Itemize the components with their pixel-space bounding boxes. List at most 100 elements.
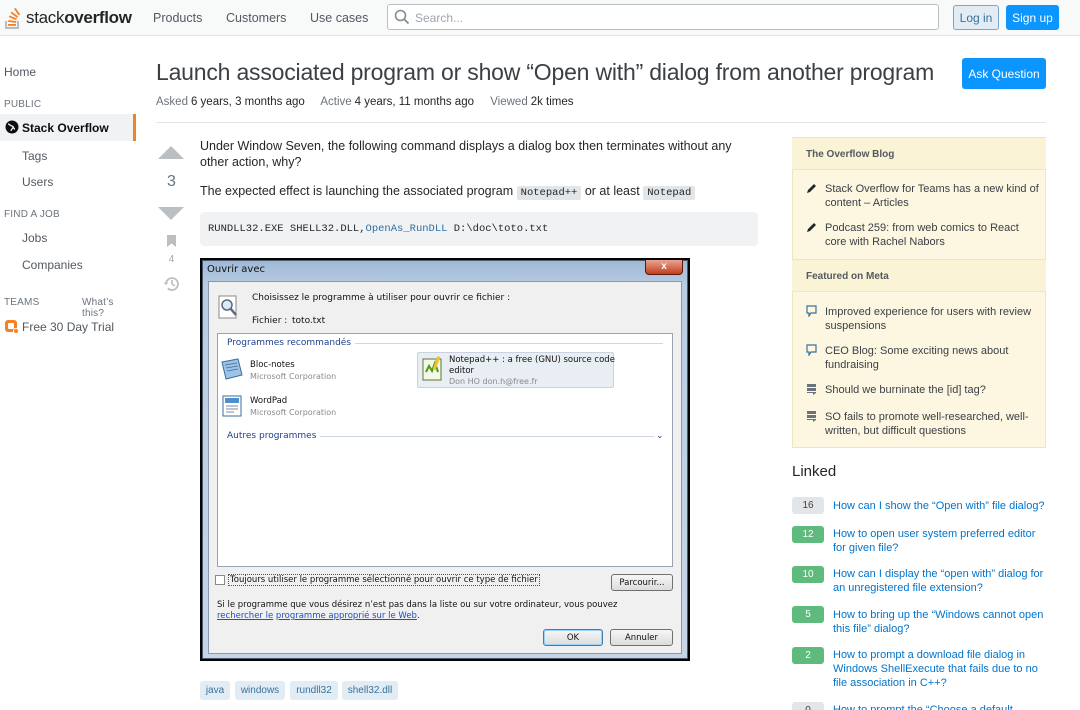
dialog-browse-button: Parcourir... <box>611 574 673 591</box>
stackoverflow-logo-icon <box>5 7 21 29</box>
logo[interactable]: stackoverflow <box>4 4 132 32</box>
meta-item-4[interactable]: SO fails to promote well-researched, wel… <box>825 410 1039 438</box>
linked-question-link[interactable]: How to prompt the “Choose a default <box>833 703 1048 710</box>
program-notepadpp-name-2: editor <box>449 366 475 376</box>
speech-bubble-icon <box>806 305 817 317</box>
login-button[interactable]: Log in <box>953 5 999 30</box>
nav-customers[interactable]: Customers <box>226 0 286 36</box>
tag-java[interactable]: java <box>200 681 230 700</box>
sidebar-item-stackoverflow[interactable]: Stack Overflow <box>0 114 136 141</box>
linked-vote-count[interactable]: 16 <box>792 497 824 514</box>
linked-vote-count[interactable]: 2 <box>792 647 824 664</box>
asked-label: Asked <box>156 96 188 108</box>
chevron-down-icon: ⌄ <box>656 430 664 440</box>
wordpad-icon <box>222 395 242 417</box>
bookmark-count: 4 <box>168 254 175 265</box>
post-paragraph-1: Under Window Seven, the following comman… <box>200 139 732 169</box>
bookmark-icon[interactable] <box>166 234 177 248</box>
upvote-button[interactable] <box>158 146 184 159</box>
dialog-footer-link-1: rechercher le <box>217 611 274 621</box>
sidebar-section-public: PUBLIC <box>4 99 42 110</box>
code-part-a: RUNDLL32.EXE SHELL32.DLL, <box>208 223 366 235</box>
stack-exchange-icon <box>807 384 816 395</box>
asked-value: 6 years, 3 months ago <box>190 96 305 108</box>
sidebar-item-companies[interactable]: Companies <box>22 258 83 272</box>
tag-shell32-dll[interactable]: shell32.dll <box>342 681 398 700</box>
signup-button[interactable]: Sign up <box>1006 5 1059 30</box>
tag-windows[interactable]: windows <box>235 681 285 700</box>
inline-code-notepad: Notepad <box>643 186 696 200</box>
pencil-icon <box>807 184 816 193</box>
notepadpp-icon <box>422 356 442 381</box>
program-notepadpp-publisher: Don HO don.h@free.fr <box>449 377 538 386</box>
question-meta: Asked 6 years, 3 months ago Active 4 years… <box>156 96 574 108</box>
teams-briefcase-icon <box>5 320 19 334</box>
meta-header: Featured on Meta <box>792 259 1046 292</box>
active-value[interactable]: 4 years, 11 months ago <box>355 96 474 108</box>
blog-item-1[interactable]: Stack Overflow for Teams has a new kind … <box>825 182 1039 210</box>
linked-vote-count[interactable]: 12 <box>792 526 824 543</box>
linked-question-link[interactable]: How to open user system preferred editor… <box>833 527 1048 555</box>
sidebar-item-tags[interactable]: Tags <box>22 149 47 163</box>
meta-item-3[interactable]: Should we burninate the [id] tag? <box>825 383 1039 397</box>
search-placeholder: Search... <box>415 11 464 25</box>
linked-question-link[interactable]: How to bring up the “Windows cannot open… <box>833 608 1048 636</box>
code-part-b: D:\doc\toto.txt <box>447 223 549 235</box>
meta-item-2[interactable]: CEO Blog: Some exciting news about fundr… <box>825 344 1039 372</box>
blog-header-label: The Overflow Blog <box>806 149 895 160</box>
viewed-value: 2k times <box>530 96 574 108</box>
nav-products[interactable]: Products <box>153 0 202 36</box>
program-notepadpp-name-1: Notepad++ : a free (GNU) source code <box>449 355 615 365</box>
program-wordpad-publisher: Microsoft Corporation <box>250 408 337 417</box>
dialog-other-programs: Autres programmes <box>227 431 317 441</box>
nav-use-cases[interactable]: Use cases <box>310 0 368 36</box>
dialog-divider <box>355 343 663 344</box>
dialog-footer-link-2: programme approprié sur le Web <box>275 611 417 621</box>
dialog-footer-text: Si le programme que vous désirez n’est p… <box>217 600 657 622</box>
linked-question-link[interactable]: How can I show the “Open with” file dial… <box>833 499 1048 513</box>
question-title[interactable]: Launch associated program or show “Open … <box>156 59 934 86</box>
ask-question-button[interactable]: Ask Question <box>962 58 1046 89</box>
logo-text: stackoverflow <box>26 8 132 27</box>
globe-icon <box>5 120 19 134</box>
sidebar-item-label: Stack Overflow <box>22 121 109 135</box>
sidebar-item-home[interactable]: Home <box>4 65 36 79</box>
inline-code-notepadpp: Notepad++ <box>516 186 582 200</box>
sidebar-item-free-trial[interactable]: Free 30 Day Trial <box>22 320 114 334</box>
stack-exchange-icon <box>807 411 816 422</box>
linked-question-link[interactable]: How can I display the “open with” dialog… <box>833 567 1048 595</box>
dialog-close-icon: x <box>645 260 683 275</box>
program-wordpad-name: WordPad <box>250 396 288 406</box>
linked-vote-count[interactable]: 5 <box>792 606 824 623</box>
post-paragraph-2: The expected effect is launching the ass… <box>200 184 696 200</box>
vote-count: 3 <box>167 173 176 190</box>
dialog-always-checkbox <box>215 575 225 585</box>
dialog-title: Ouvrir avec <box>207 264 266 275</box>
viewed-label: Viewed <box>490 96 528 108</box>
linked-question-link[interactable]: How to prompt a download file dialog in … <box>833 648 1048 690</box>
sidebar-item-jobs[interactable]: Jobs <box>22 231 47 245</box>
dialog-always-label: Toujours utiliser le programme sélection… <box>228 574 540 586</box>
meta-item-1[interactable]: Improved experience for users with revie… <box>825 305 1039 333</box>
sidebar-section-find-job: FIND A JOB <box>4 209 60 220</box>
blog-header: The Overflow Blog <box>792 137 1046 170</box>
pencil-icon <box>807 223 816 232</box>
meta-header-label: Featured on Meta <box>806 271 889 282</box>
code-block: RUNDLL32.EXE SHELL32.DLL,OpenAs_RunDLL D… <box>200 212 758 246</box>
blog-item-2[interactable]: Podcast 259: from web comics to React co… <box>825 221 1039 249</box>
tag-rundll32[interactable]: rundll32 <box>290 681 338 700</box>
dialog-footer-a: Si le programme que vous désirez n’est p… <box>217 600 618 610</box>
history-icon[interactable] <box>163 276 180 292</box>
program-notepad-publisher: Microsoft Corporation <box>250 372 337 381</box>
downvote-button[interactable] <box>158 207 184 220</box>
whats-this-link[interactable]: What’s this? <box>82 297 136 319</box>
linked-vote-count[interactable]: 0 <box>792 702 824 710</box>
dialog-cancel-button: Annuler <box>610 629 673 646</box>
linked-header: Linked <box>792 463 837 480</box>
dialog-ok-button: OK <box>543 629 603 646</box>
search-input[interactable]: Search... <box>387 4 939 30</box>
sidebar-item-users[interactable]: Users <box>22 175 53 189</box>
linked-vote-count[interactable]: 10 <box>792 566 824 583</box>
p2-text-b: or at least <box>584 184 640 198</box>
dialog-footer-end: . <box>416 611 420 621</box>
